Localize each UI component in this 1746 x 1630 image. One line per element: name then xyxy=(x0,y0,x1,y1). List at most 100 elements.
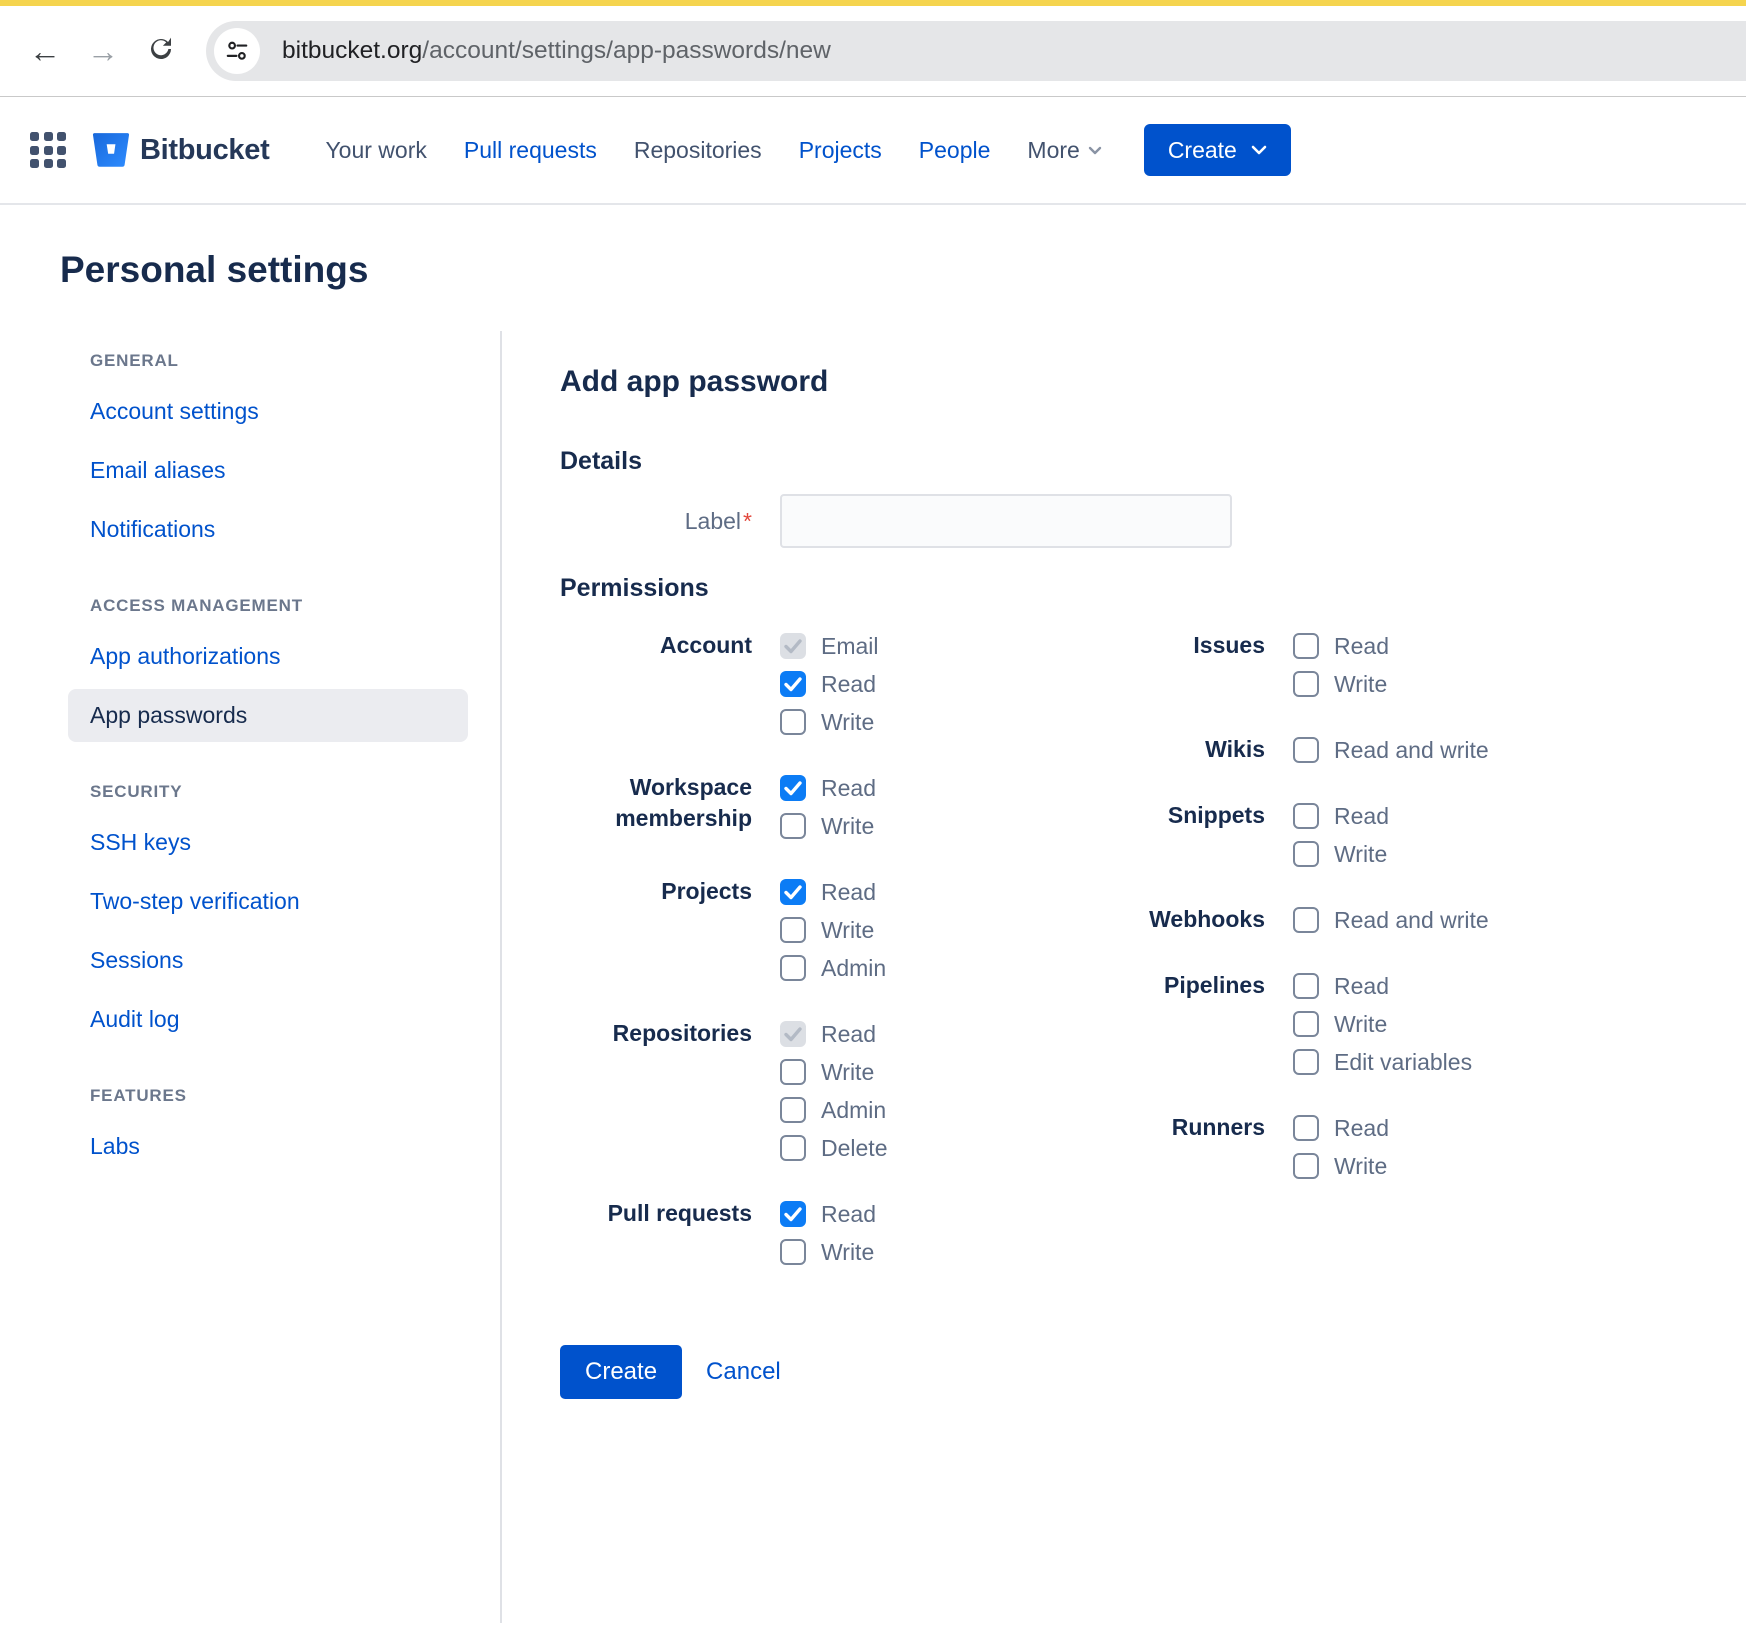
site-info-icon[interactable] xyxy=(214,28,260,74)
permission-option-label[interactable]: Write xyxy=(821,813,874,840)
checkbox-pull-requests-read[interactable] xyxy=(780,1201,806,1227)
permission-option-account-email[interactable]: Email xyxy=(780,627,879,665)
checkbox-account-read[interactable] xyxy=(780,671,806,697)
checkbox-workspace-membership-read[interactable] xyxy=(780,775,806,801)
permission-option-label[interactable]: Read xyxy=(821,1021,876,1048)
permission-option-label[interactable]: Read xyxy=(821,879,876,906)
permission-option-label[interactable]: Write xyxy=(1334,1153,1387,1180)
permission-option-runners-read[interactable]: Read xyxy=(1293,1109,1389,1147)
permission-option-label[interactable]: Read xyxy=(821,1201,876,1228)
checkbox-projects-read[interactable] xyxy=(780,879,806,905)
sidebar-item-app-authorizations[interactable]: App authorizations xyxy=(68,630,468,683)
sidebar-item-audit-log[interactable]: Audit log xyxy=(68,993,468,1046)
permission-option-label[interactable]: Email xyxy=(821,633,879,660)
permission-option-workspace-membership-read[interactable]: Read xyxy=(780,769,876,807)
permission-option-snippets-write[interactable]: Write xyxy=(1293,835,1389,873)
permission-option-label[interactable]: Write xyxy=(821,1059,874,1086)
permission-option-label[interactable]: Read xyxy=(821,775,876,802)
checkbox-pipelines-read[interactable] xyxy=(1293,973,1319,999)
sidebar-item-sessions[interactable]: Sessions xyxy=(68,934,468,987)
permission-option-projects-admin[interactable]: Admin xyxy=(780,949,886,987)
permission-option-label[interactable]: Admin xyxy=(821,955,886,982)
checkbox-snippets-write[interactable] xyxy=(1293,841,1319,867)
checkbox-repositories-write[interactable] xyxy=(780,1059,806,1085)
sidebar-item-app-passwords[interactable]: App passwords xyxy=(68,689,468,742)
sidebar-item-notifications[interactable]: Notifications xyxy=(68,503,468,556)
permission-option-label[interactable]: Write xyxy=(821,917,874,944)
sidebar-item-email-aliases[interactable]: Email aliases xyxy=(68,444,468,497)
back-icon[interactable]: ← xyxy=(16,35,74,67)
permission-option-label[interactable]: Admin xyxy=(821,1097,886,1124)
permission-option-label[interactable]: Write xyxy=(821,709,874,736)
checkbox-runners-read[interactable] xyxy=(1293,1115,1319,1141)
permission-option-issues-write[interactable]: Write xyxy=(1293,665,1389,703)
checkbox-issues-read[interactable] xyxy=(1293,633,1319,659)
permission-option-webhooks-read-and-write[interactable]: Read and write xyxy=(1293,901,1489,939)
permission-option-label[interactable]: Delete xyxy=(821,1135,887,1162)
permission-option-label[interactable]: Read xyxy=(1334,973,1389,1000)
nav-create-button[interactable]: Create xyxy=(1144,124,1291,176)
permission-option-repositories-read[interactable]: Read xyxy=(780,1015,887,1053)
checkbox-repositories-admin[interactable] xyxy=(780,1097,806,1123)
checkbox-wikis-read-and-write[interactable] xyxy=(1293,737,1319,763)
checkbox-projects-write[interactable] xyxy=(780,917,806,943)
label-input[interactable] xyxy=(780,494,1232,548)
permission-option-label[interactable]: Read xyxy=(1334,803,1389,830)
permission-option-pipelines-edit-variables[interactable]: Edit variables xyxy=(1293,1043,1472,1081)
checkbox-projects-admin[interactable] xyxy=(780,955,806,981)
permission-option-issues-read[interactable]: Read xyxy=(1293,627,1389,665)
permission-option-projects-read[interactable]: Read xyxy=(780,873,886,911)
nav-item-pull-requests[interactable]: Pull requests xyxy=(464,137,597,164)
cancel-link[interactable]: Cancel xyxy=(706,1358,781,1386)
reload-icon[interactable] xyxy=(132,34,190,69)
permission-option-label[interactable]: Write xyxy=(821,1239,874,1266)
sidebar-item-ssh-keys[interactable]: SSH keys xyxy=(68,816,468,869)
checkbox-workspace-membership-write[interactable] xyxy=(780,813,806,839)
permission-option-repositories-write[interactable]: Write xyxy=(780,1053,887,1091)
permission-option-pull-requests-read[interactable]: Read xyxy=(780,1195,876,1233)
permission-option-label[interactable]: Read xyxy=(1334,633,1389,660)
create-button[interactable]: Create xyxy=(560,1345,682,1399)
permission-option-pipelines-write[interactable]: Write xyxy=(1293,1005,1472,1043)
permission-option-runners-write[interactable]: Write xyxy=(1293,1147,1389,1185)
nav-item-your-work[interactable]: Your work xyxy=(325,137,426,164)
checkbox-webhooks-read-and-write[interactable] xyxy=(1293,907,1319,933)
checkbox-snippets-read[interactable] xyxy=(1293,803,1319,829)
forward-icon[interactable]: → xyxy=(74,35,132,67)
checkbox-runners-write[interactable] xyxy=(1293,1153,1319,1179)
checkbox-pull-requests-write[interactable] xyxy=(780,1239,806,1265)
permission-option-label[interactable]: Write xyxy=(1334,671,1387,698)
checkbox-pipelines-write[interactable] xyxy=(1293,1011,1319,1037)
permission-option-snippets-read[interactable]: Read xyxy=(1293,797,1389,835)
permission-option-repositories-delete[interactable]: Delete xyxy=(780,1129,887,1167)
sidebar-item-account-settings[interactable]: Account settings xyxy=(68,385,468,438)
app-switcher-icon[interactable] xyxy=(30,132,66,168)
bitbucket-logo[interactable]: Bitbucket xyxy=(92,132,269,168)
checkbox-pipelines-edit-variables[interactable] xyxy=(1293,1049,1319,1075)
sidebar-item-labs[interactable]: Labs xyxy=(68,1120,468,1173)
checkbox-repositories-delete[interactable] xyxy=(780,1135,806,1161)
permission-option-account-write[interactable]: Write xyxy=(780,703,879,741)
permission-option-wikis-read-and-write[interactable]: Read and write xyxy=(1293,731,1489,769)
permission-option-account-read[interactable]: Read xyxy=(780,665,879,703)
permission-option-label[interactable]: Write xyxy=(1334,1011,1387,1038)
permission-option-label[interactable]: Read and write xyxy=(1334,737,1489,764)
permission-option-pull-requests-write[interactable]: Write xyxy=(780,1233,876,1271)
url-bar[interactable]: bitbucket.org/account/settings/app-passw… xyxy=(206,21,1746,81)
nav-item-more[interactable]: More xyxy=(1027,137,1101,164)
sidebar-item-two-step-verification[interactable]: Two-step verification xyxy=(68,875,468,928)
checkbox-account-write[interactable] xyxy=(780,709,806,735)
nav-item-people[interactable]: People xyxy=(919,137,991,164)
permission-option-pipelines-read[interactable]: Read xyxy=(1293,967,1472,1005)
nav-item-repositories[interactable]: Repositories xyxy=(634,137,762,164)
nav-item-projects[interactable]: Projects xyxy=(799,137,882,164)
permission-option-label[interactable]: Write xyxy=(1334,841,1387,868)
permission-option-label[interactable]: Read xyxy=(821,671,876,698)
permission-option-repositories-admin[interactable]: Admin xyxy=(780,1091,887,1129)
permission-option-label[interactable]: Read and write xyxy=(1334,907,1489,934)
permission-option-label[interactable]: Edit variables xyxy=(1334,1049,1472,1076)
permission-option-workspace-membership-write[interactable]: Write xyxy=(780,807,876,845)
permission-option-projects-write[interactable]: Write xyxy=(780,911,886,949)
permission-option-label[interactable]: Read xyxy=(1334,1115,1389,1142)
checkbox-issues-write[interactable] xyxy=(1293,671,1319,697)
